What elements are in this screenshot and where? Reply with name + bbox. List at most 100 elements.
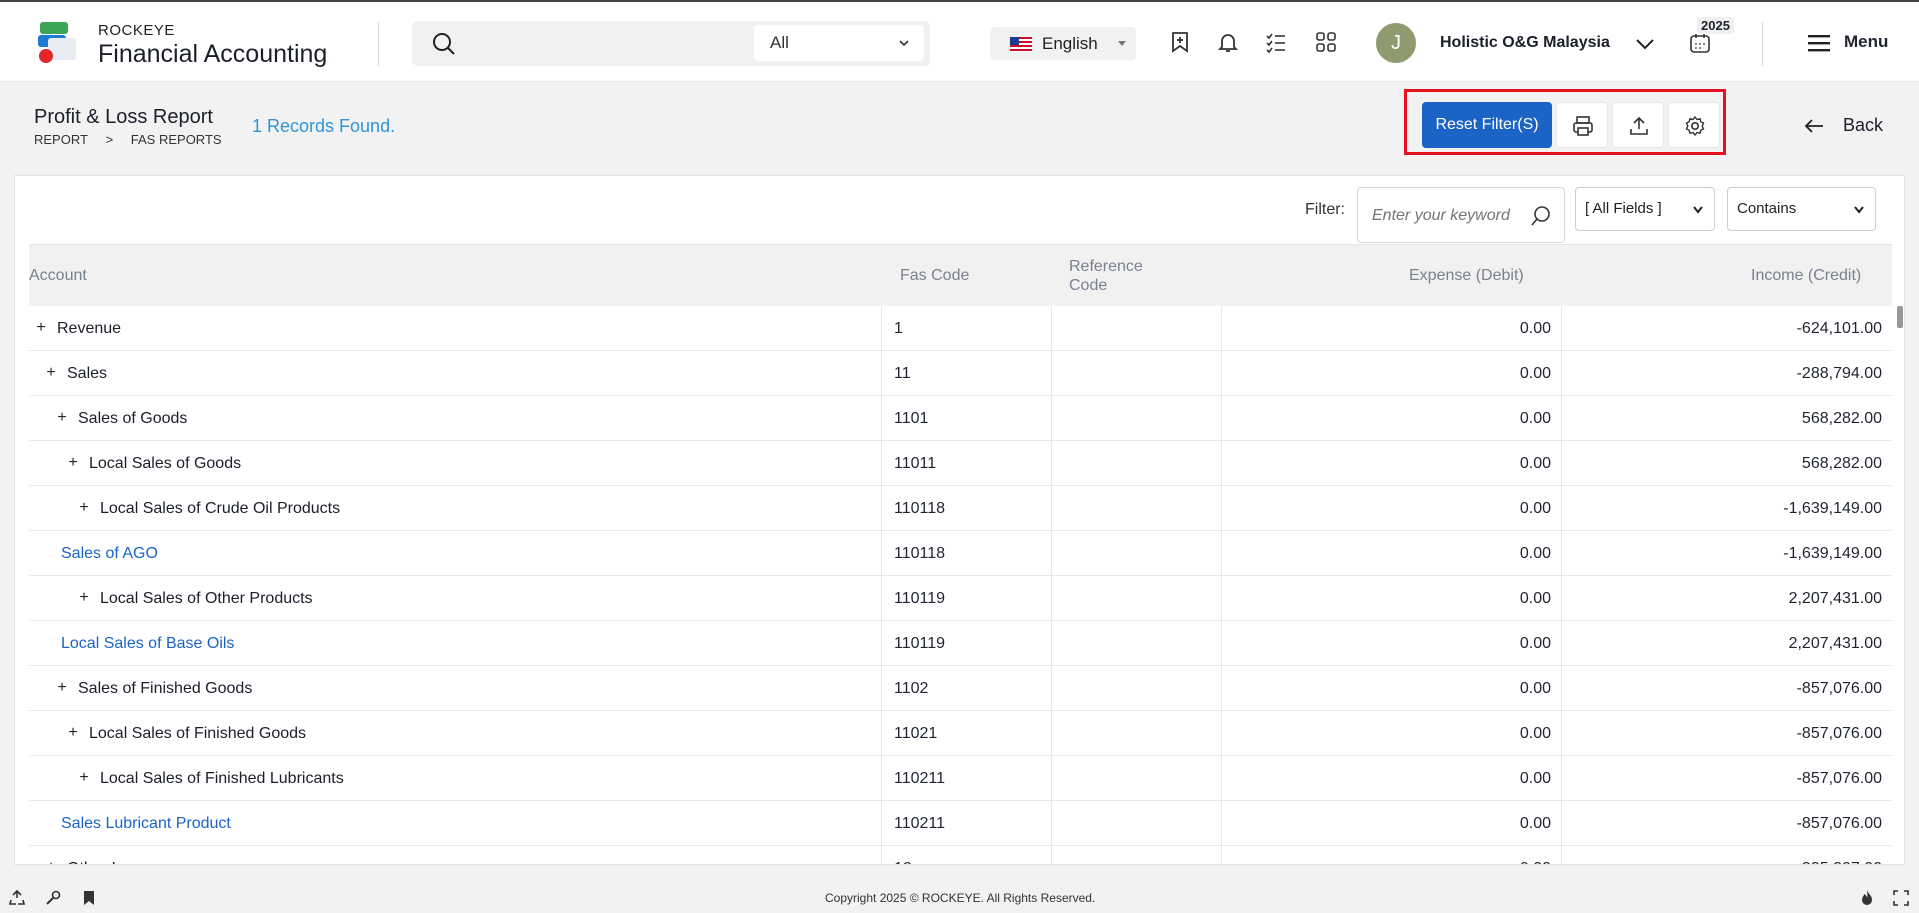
expand-row-toggle[interactable]: + — [35, 319, 47, 337]
breadcrumb-fas-reports[interactable]: FAS REPORTS — [131, 132, 222, 147]
expand-row-toggle[interactable]: + — [78, 769, 90, 787]
expand-row-toggle[interactable]: + — [45, 364, 57, 382]
fullscreen-icon[interactable] — [1892, 889, 1910, 907]
field-select[interactable]: [ All Fields ] — [1575, 187, 1715, 231]
fas-code-cell-value: 110211 — [894, 815, 946, 832]
fas-code-cell: 11011 — [882, 441, 1052, 486]
column-header-expense[interactable]: Expense (Debit) — [1409, 267, 1524, 285]
search-icon[interactable] — [1530, 205, 1552, 227]
company-name[interactable]: Holistic O&G Malaysia — [1440, 34, 1610, 52]
reference-code-cell — [1052, 441, 1222, 486]
apps-grid-icon[interactable] — [1314, 30, 1338, 54]
table-row[interactable]: + Local Sales of Crude Oil Products 110118… — [29, 486, 1892, 531]
expense-cell: 0.00 — [1222, 306, 1562, 351]
chevron-down-icon[interactable] — [1634, 33, 1656, 55]
flame-icon[interactable] — [1858, 889, 1876, 907]
keyword-filter — [1357, 187, 1565, 243]
table-row[interactable]: + Sales 11 0.00 -288,794.00 — [29, 351, 1892, 396]
fas-code-cell: 110211 — [882, 756, 1052, 801]
print-button[interactable] — [1556, 102, 1608, 148]
upload-icon — [1630, 116, 1648, 135]
reference-code-cell — [1052, 531, 1222, 576]
column-header-income[interactable]: Income (Credit) — [1751, 267, 1861, 285]
column-header-reference-line2: Code — [1069, 277, 1108, 294]
table-row[interactable]: + Sales of Finished Goods 1102 0.00 -857,076… — [29, 666, 1892, 711]
table-row[interactable]: + Local Sales of Other Products 110119 0.00… — [29, 576, 1892, 621]
income-cell-value: -1,639,149.00 — [1783, 545, 1882, 562]
income-cell: -1,639,149.00 — [1562, 486, 1892, 531]
fas-code-cell: 1101 — [882, 396, 1052, 441]
expand-row-toggle[interactable]: + — [67, 454, 79, 472]
fas-code-cell: 12 — [882, 846, 1052, 864]
operator-select[interactable]: Contains — [1727, 187, 1876, 231]
fas-code-cell-value: 1101 — [894, 410, 929, 427]
fas-code-cell-value: 11021 — [894, 725, 938, 742]
calendar-icon[interactable] — [1689, 32, 1711, 54]
table-row[interactable]: + Local Sales of Finished Goods 11021 0.00 -… — [29, 711, 1892, 756]
bell-icon[interactable] — [1216, 30, 1240, 54]
expense-cell: 0.00 — [1222, 531, 1562, 576]
breadcrumb-report[interactable]: REPORT — [34, 132, 88, 147]
keyword-filter-input[interactable] — [1372, 204, 1522, 228]
table-row[interactable]: + Local Sales of Finished Lubricants 11021… — [29, 756, 1892, 801]
table-row[interactable]: Sales Lubricant Product 110211 0.00 -857,07… — [29, 801, 1892, 846]
account-cell[interactable]: Local Sales of Base Oils — [29, 621, 882, 666]
scrollbar-thumb[interactable] — [1897, 306, 1903, 328]
account-cell-value: Local Sales of Crude Oil Products — [100, 500, 341, 517]
checklist-icon[interactable] — [1264, 30, 1288, 54]
search-icon[interactable] — [432, 32, 456, 56]
reference-code-cell — [1052, 666, 1222, 711]
fas-code-cell: 1 — [882, 306, 1052, 351]
column-header-reference-code[interactable]: Reference Code — [1069, 257, 1143, 295]
table-scrollbar[interactable] — [1895, 306, 1904, 864]
income-cell: -288,794.00 — [1562, 351, 1892, 396]
income-cell: -857,076.00 — [1562, 711, 1892, 756]
bookmark-icon[interactable] — [80, 889, 98, 907]
export-button[interactable] — [1612, 102, 1664, 148]
reference-code-cell — [1052, 621, 1222, 666]
account-cell-value: Sales Lubricant Product — [61, 815, 231, 832]
income-cell: -624,101.00 — [1562, 306, 1892, 351]
table-row[interactable]: + Sales of Goods 1101 0.00 568,282.00 — [29, 396, 1892, 441]
fas-code-cell-value: 110119 — [894, 635, 946, 652]
income-cell-value: 568,282.00 — [1801, 410, 1882, 427]
fas-code-cell-value: 110118 — [894, 545, 946, 562]
table-row[interactable]: + Local Sales of Goods 11011 0.00 568,282.00 — [29, 441, 1892, 486]
table-row[interactable]: Sales of AGO 110118 0.00 -1,639,149.00 — [29, 531, 1892, 576]
records-count: 1 Records Found. — [252, 116, 396, 136]
language-value: English — [1042, 34, 1098, 53]
income-cell-value: 2,207,431.00 — [1788, 635, 1882, 652]
column-header-reference-line1: Reference — [1069, 258, 1143, 275]
reference-code-cell — [1052, 756, 1222, 801]
table-row[interactable]: + Other Income 12 0.00 -335,307.00 — [29, 846, 1892, 864]
brand-small: ROCKEYE — [98, 22, 175, 39]
account-cell: + Local Sales of Finished Lubricants — [29, 756, 882, 801]
income-cell: -857,076.00 — [1562, 666, 1892, 711]
rockeye-logo[interactable] — [38, 22, 78, 66]
language-select[interactable]: English — [990, 27, 1136, 60]
reference-code-cell — [1052, 351, 1222, 396]
expand-row-toggle[interactable]: + — [56, 409, 68, 427]
recycle-icon[interactable] — [8, 889, 26, 907]
hamburger-icon — [1808, 35, 1830, 52]
global-search-input[interactable] — [470, 29, 650, 57]
user-avatar[interactable]: J — [1376, 23, 1416, 63]
expand-row-toggle[interactable]: + — [45, 859, 57, 864]
expand-row-toggle[interactable]: + — [78, 499, 90, 517]
expense-cell: 0.00 — [1222, 576, 1562, 621]
expense-cell: 0.00 — [1222, 351, 1562, 396]
expand-row-toggle[interactable]: + — [67, 724, 79, 742]
expand-row-toggle[interactable]: + — [56, 679, 68, 697]
search-scope-select[interactable]: All — [754, 25, 924, 61]
expand-row-toggle[interactable]: + — [78, 589, 90, 607]
table-row[interactable]: Local Sales of Base Oils 110119 0.00 2,207,… — [29, 621, 1892, 666]
reset-filters-button[interactable]: Reset Filter(S) — [1422, 102, 1552, 148]
settings-button[interactable] — [1668, 102, 1720, 148]
wrench-icon[interactable] — [44, 889, 62, 907]
table-row[interactable]: + Revenue 1 0.00 -624,101.00 — [29, 306, 1892, 351]
account-cell[interactable]: Sales Lubricant Product — [29, 801, 882, 846]
column-header-fas-code[interactable]: Fas Code — [900, 267, 969, 285]
account-cell[interactable]: Sales of AGO — [29, 531, 882, 576]
reference-code-cell — [1052, 711, 1222, 756]
bookmark-add-icon[interactable] — [1168, 30, 1192, 54]
